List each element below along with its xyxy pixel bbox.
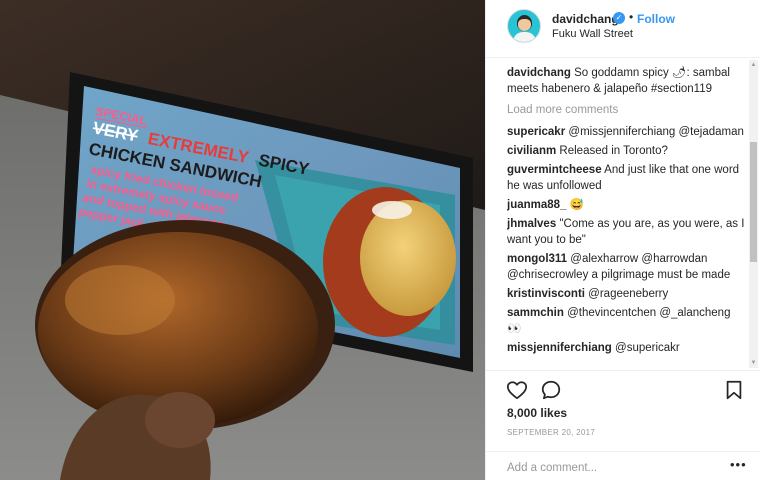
post-photo[interactable]: SPECIAL VERY EXTREMELY SPICY CHICKEN SAN… xyxy=(0,0,485,480)
load-more-comments-link[interactable]: Load more comments xyxy=(507,102,747,118)
comment-username[interactable]: juanma88_ xyxy=(507,199,566,211)
comment-text: @rageeneberry xyxy=(588,288,669,300)
add-comment-bar: ••• xyxy=(486,451,760,480)
follow-button[interactable]: Follow xyxy=(637,12,675,26)
comment-row: civilianm Released in Toronto? xyxy=(507,143,747,159)
comment-row: guvermintcheese And just like that one w… xyxy=(507,162,747,194)
post-details-panel: davidchang ✓ • Follow Fuku Wall Street d… xyxy=(485,0,760,480)
comment-row: supericakr @missjenniferchiang @tejadama… xyxy=(507,124,747,140)
avatar-body xyxy=(513,32,536,42)
scroll-up-arrow-icon[interactable]: ▲ xyxy=(749,60,758,70)
comment-text: @missjenniferchiang @tejadaman xyxy=(568,126,744,138)
comment-text: 😅 xyxy=(569,199,584,211)
thumb xyxy=(145,392,215,448)
comment-username[interactable]: sammchin xyxy=(507,307,564,319)
comment-username[interactable]: missjenniferchiang xyxy=(507,342,612,354)
photo-scene: SPECIAL VERY EXTREMELY SPICY CHICKEN SAN… xyxy=(0,0,485,480)
comment-text: @supericakr xyxy=(615,342,680,354)
comment-row: mongol311 @alexharrow @harrowdan @chrise… xyxy=(507,251,747,283)
comment-row: juanma88_ 😅 xyxy=(507,197,747,213)
comment-row: sammchin @thevincentchen @_alancheng 👀 xyxy=(507,305,747,337)
comment-username[interactable]: mongol311 xyxy=(507,253,567,265)
post-actions: 8,000 likes SEPTEMBER 20, 2017 ••• xyxy=(486,370,760,480)
comment-username[interactable]: civilianm xyxy=(507,145,556,157)
heart-outline-icon[interactable] xyxy=(506,379,528,401)
verified-badge-icon: ✓ xyxy=(613,12,625,24)
bookmark-icon[interactable] xyxy=(723,379,745,401)
caption: davidchang So goddamn spicy 🌶: sambal me… xyxy=(507,65,747,97)
comments-list[interactable]: davidchang So goddamn spicy 🌶: sambal me… xyxy=(507,65,747,370)
scrollbar-thumb[interactable] xyxy=(750,142,757,262)
avatar-face xyxy=(518,19,531,31)
post-location[interactable]: Fuku Wall Street xyxy=(552,28,633,40)
comment-text: Released in Toronto? xyxy=(559,145,668,157)
comment-row: kristinvisconti @rageeneberry xyxy=(507,286,747,302)
comment-username[interactable]: supericakr xyxy=(507,126,565,138)
comment-bubble-icon[interactable] xyxy=(540,379,562,401)
avatar[interactable] xyxy=(507,9,541,43)
likes-count[interactable]: 8,000 likes xyxy=(507,406,567,420)
comment-row: jhmalves "Come as you are, as you were, … xyxy=(507,216,747,248)
comments-scrollbar[interactable]: ▲ ▼ xyxy=(749,60,758,368)
separator-dot: • xyxy=(629,10,634,24)
scroll-down-arrow-icon[interactable]: ▼ xyxy=(749,358,758,368)
comment-username[interactable]: kristinvisconti xyxy=(507,288,585,300)
post-date[interactable]: SEPTEMBER 20, 2017 xyxy=(507,428,595,437)
post-header: davidchang ✓ • Follow Fuku Wall Street xyxy=(486,0,760,58)
comment-username[interactable]: guvermintcheese xyxy=(507,164,602,176)
comment-row: missjenniferchiang @supericakr xyxy=(507,340,747,356)
comment-container: supericakr @missjenniferchiang @tejadama… xyxy=(507,124,747,356)
post-username[interactable]: davidchang xyxy=(552,12,619,26)
add-comment-input[interactable] xyxy=(507,460,717,476)
cheese xyxy=(372,201,412,219)
comment-username[interactable]: jhmalves xyxy=(507,218,556,230)
foreground-highlight xyxy=(65,265,175,335)
more-options-icon[interactable]: ••• xyxy=(730,457,747,472)
bun-top xyxy=(360,200,456,316)
caption-username[interactable]: davidchang xyxy=(507,67,571,79)
